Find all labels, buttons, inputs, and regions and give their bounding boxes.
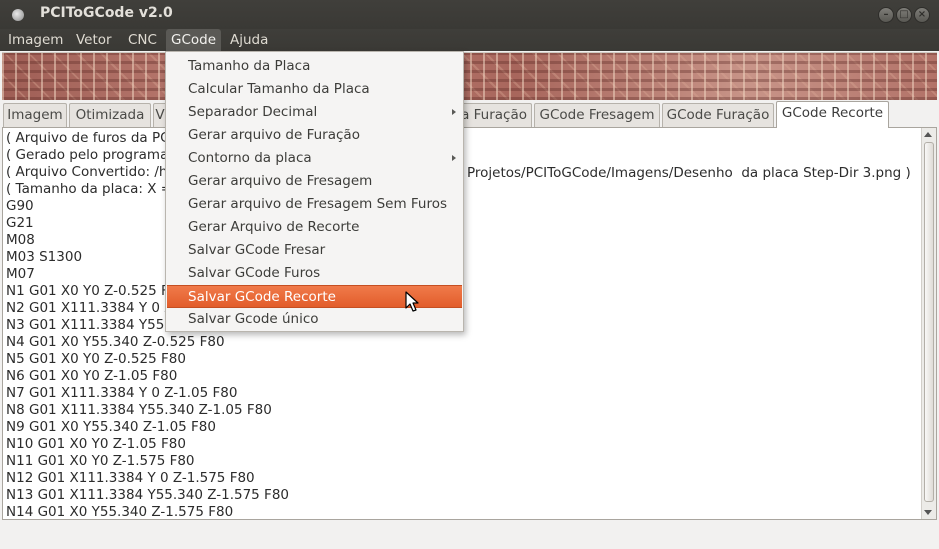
menuitem-contorno-da-placa[interactable]: Contorno da placa [167, 147, 462, 170]
scroll-up-arrow-icon[interactable] [924, 132, 932, 137]
menu-gcode[interactable]: GCode [166, 29, 222, 51]
menuitem-label: Salvar GCode Furos [188, 265, 321, 281]
gcode-line: N11 G01 X0 Y0 Z-1.575 F80 [6, 453, 195, 469]
tab-bar: Imagem Otimizada V a Furação GCode Fresa… [0, 101, 939, 128]
gcode-line: N10 G01 X0 Y0 Z-1.05 F80 [6, 436, 186, 452]
vertical-scrollbar[interactable] [921, 128, 936, 519]
gcode-line: N12 G01 X111.3384 Y 0 Z-1.575 F80 [6, 470, 255, 486]
submenu-arrow-icon [452, 109, 456, 115]
menuitem-salvar-gcode-furos[interactable]: Salvar GCode Furos [167, 262, 462, 285]
menu-imagem[interactable]: Imagem [4, 29, 67, 51]
title-bar: PCIToGCode v2.0 – □ × [0, 0, 939, 29]
menuitem-gerar-fresagem[interactable]: Gerar arquivo de Fresagem [167, 170, 462, 193]
gcode-line: N14 G01 X0 Y55.340 Z-1.575 F80 [6, 504, 234, 520]
gcode-line: N8 G01 X111.3384 Y55.340 Z-1.05 F80 [6, 402, 272, 418]
menuitem-label: Gerar arquivo de Furação [188, 127, 360, 143]
tab-otimizada[interactable]: Otimizada [69, 103, 151, 127]
menuitem-tamanho-da-placa[interactable]: Tamanho da Placa [167, 55, 462, 78]
menuitem-label: Salvar GCode Fresar [188, 242, 326, 258]
menuitem-label: Calcular Tamanho da Placa [188, 81, 370, 97]
menuitem-calcular-tamanho[interactable]: Calcular Tamanho da Placa [167, 78, 462, 101]
gcode-line: N7 G01 X111.3384 Y 0 Z-1.05 F80 [6, 385, 238, 401]
menuitem-gerar-furacao[interactable]: Gerar arquivo de Furação [167, 124, 462, 147]
app-window: PCIToGCode v2.0 – □ × Imagem Vetor CNC G… [0, 0, 939, 549]
scroll-thumb[interactable] [924, 142, 934, 502]
gcode-line: N9 G01 X0 Y55.340 Z-1.05 F80 [6, 419, 216, 435]
status-bar [0, 521, 939, 549]
tab-gcode-furacao[interactable]: GCode Furação [662, 103, 774, 127]
gcode-dropdown-menu: Tamanho da Placa Calcular Tamanho da Pla… [165, 51, 464, 332]
menuitem-salvar-gcode-fresar[interactable]: Salvar GCode Fresar [167, 239, 462, 262]
scroll-down-arrow-icon[interactable] [924, 510, 932, 515]
gcode-line: N4 G01 X0 Y55.340 Z-0.525 F80 [6, 334, 225, 350]
menuitem-label: Salvar Gcode único [188, 311, 319, 327]
tab-gcode-recorte[interactable]: GCode Recorte [776, 101, 889, 128]
menu-ajuda[interactable]: Ajuda [226, 29, 272, 51]
menu-vetor[interactable]: Vetor [72, 29, 116, 51]
pcb-banner-image [2, 52, 937, 100]
gcode-line: N13 G01 X111.3384 Y55.340 Z-1.575 F80 [6, 487, 289, 503]
menuitem-label: Gerar Arquivo de Recorte [188, 219, 360, 235]
menu-bar: Imagem Vetor CNC GCode Ajuda [0, 29, 939, 51]
menuitem-gerar-fresagem-sem-furos[interactable]: Gerar arquivo de Fresagem Sem Furos [167, 193, 462, 216]
menu-cnc[interactable]: CNC [124, 29, 161, 51]
gcode-line: N6 G01 X0 Y0 Z-1.05 F80 [6, 368, 178, 384]
close-button[interactable]: × [914, 7, 930, 23]
menuitem-separador-decimal[interactable]: Separador Decimal [167, 101, 462, 124]
maximize-button[interactable]: □ [896, 7, 912, 23]
menuitem-label: Separador Decimal [188, 104, 318, 120]
menuitem-label: Gerar arquivo de Fresagem [188, 173, 373, 189]
mouse-pointer-icon [405, 291, 419, 312]
gcode-line: N5 G01 X0 Y0 Z-0.525 F80 [6, 351, 186, 367]
tab-furacao[interactable]: a Furação [460, 103, 532, 127]
menuitem-label: Tamanho da Placa [188, 58, 311, 74]
menuitem-label: Contorno da placa [188, 150, 312, 166]
tab-gcode-fresagem[interactable]: GCode Fresagem [534, 103, 660, 127]
menuitem-label: Salvar GCode Recorte [188, 289, 336, 305]
menuitem-label: Gerar arquivo de Fresagem Sem Furos [188, 196, 448, 212]
tab-imagem[interactable]: Imagem [3, 103, 67, 127]
submenu-arrow-icon [452, 155, 456, 161]
window-title: PCIToGCode v2.0 [40, 5, 173, 21]
file-path-text: Projetos/PCIToGCode/Imagens/Desenho da p… [467, 165, 911, 181]
app-icon [12, 9, 24, 21]
gcode-text-area[interactable]: ( Arquivo de furos da PC( Gerado pelo pr… [2, 127, 937, 520]
minimize-button[interactable]: – [878, 7, 894, 23]
menuitem-gerar-recorte[interactable]: Gerar Arquivo de Recorte [167, 216, 462, 239]
